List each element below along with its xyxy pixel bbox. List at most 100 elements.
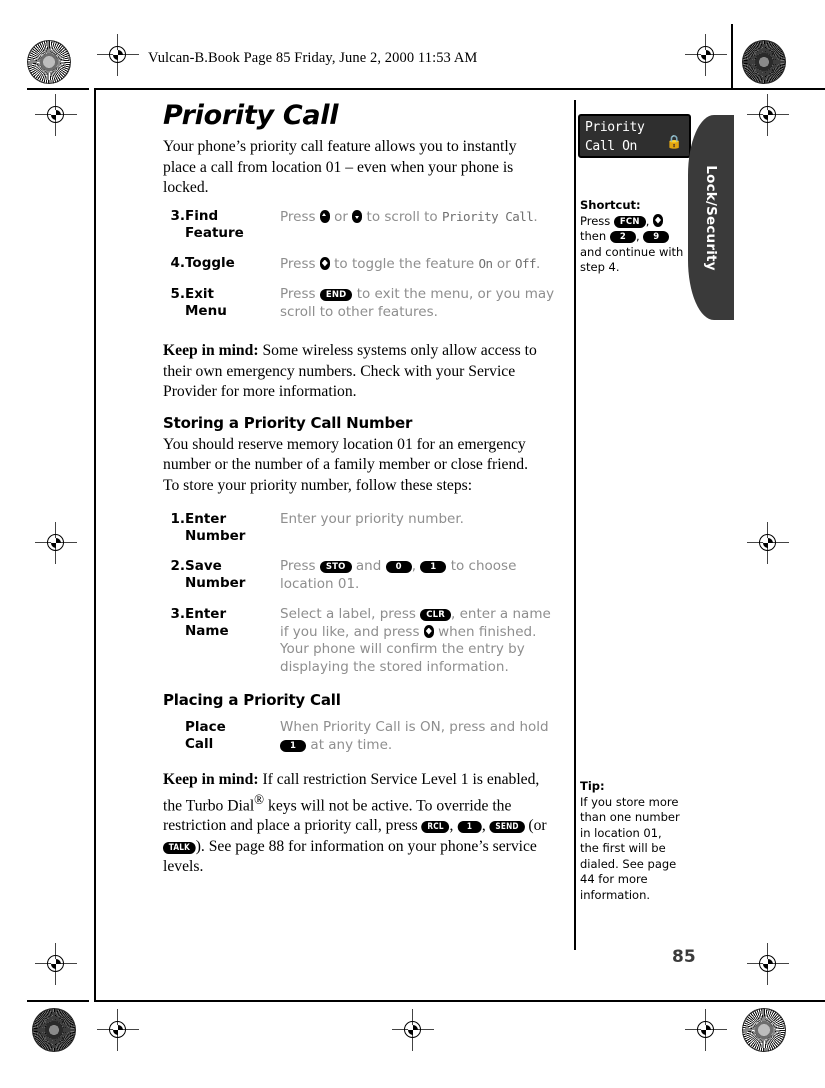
page-right-rule [731,24,733,88]
registration-burst-top-right [742,40,786,84]
send-key-icon[interactable]: SEND [489,821,525,834]
table-row: 3. Enter Name Select a label, press CLR, … [163,606,563,689]
header-rule [95,88,825,90]
step-number: 5. [170,286,185,302]
page-left-rule [94,88,96,1002]
table-row: 5. Exit Menu Press END to exit the menu, … [163,286,563,334]
tip-title: Tip: [580,779,605,793]
step-number: 3. [170,606,185,622]
registration-mark-bottom-center [392,1009,434,1051]
step-text-mid: and [351,558,386,574]
step-label: Find Feature [185,207,244,241]
step-description: Enter your priority number. [280,511,464,527]
step-text-pre: When Priority Call is ON, press and hold [280,719,549,735]
sep-2: , [481,815,490,835]
sto-key-icon[interactable]: STO [319,561,352,573]
step-label-line1: Enter [185,606,227,622]
step-label-line2: Name [185,623,229,639]
registration-mark-lower-left [35,943,77,985]
placing-steps-table: Place Call When Priority Call is ON, pres… [163,719,563,767]
registration-burst-bottom-left [32,1008,76,1052]
step-text-mid2: , [411,558,421,574]
sep-3: (or [524,815,547,835]
step-description: Select a label, press CLR, enter a name … [280,606,563,689]
display-text-on: On [478,255,493,271]
step-label: Enter Number [185,511,280,558]
crop-line-top-left [27,88,89,90]
shortcut-mid: then [580,229,610,243]
step-text-tail: . [536,255,541,272]
two-key-icon[interactable]: 2 [609,231,636,243]
rcl-key-icon[interactable]: RCL [421,821,450,834]
one-key-icon[interactable]: 1 [457,821,482,834]
section-tab-lock-security[interactable]: Lock/Security [688,115,734,320]
step-number-placeholder [163,719,185,767]
talk-key-icon[interactable]: TALK [163,841,196,854]
registration-burst-bottom-right [742,1008,786,1052]
step-label-line2: Menu [185,303,227,319]
scroll-up-key-icon[interactable] [319,209,330,223]
step-text-post: to toggle the feature [329,255,479,272]
shortcut-sep1: , [645,213,653,228]
step-description: When Priority Call is ON, press and hold… [280,719,563,767]
zero-key-icon[interactable]: 0 [385,561,412,573]
keep-in-mind-2-lead: Keep in mind: [163,769,259,788]
step-label-line1: Exit [185,286,215,302]
registered-mark: ® [254,791,265,807]
storing-paragraph: You should reserve memory location 01 fo… [163,433,529,494]
step-description: Press to toggle the feature On or Off. [280,255,563,287]
registration-mark-bottom-right [685,1009,727,1051]
end-key-icon[interactable]: END [319,289,353,301]
registration-mark-mid-right [747,522,789,564]
step-number: 4. [170,254,185,271]
registration-mark-upper-right [747,94,789,136]
step-text-pre: Press [280,558,320,574]
storing-heading: Storing a Priority Call Number [163,413,413,432]
step-label-line1: Save [185,558,222,574]
step-number: 3. [170,207,185,224]
phone-display-callout: Priority Call On 🔒 [578,114,691,158]
placing-heading: Placing a Priority Call [163,691,341,709]
scroll-both-key-icon[interactable] [319,256,330,270]
one-key-icon[interactable]: 1 [280,739,307,752]
step-number: 2. [170,558,185,574]
step-text-pre: Press [280,286,320,302]
registration-mark-upper-left [35,94,77,136]
scroll-both-key-icon[interactable] [653,213,663,227]
file-header: Vulcan-B.Book Page 85 Friday, June 2, 20… [148,50,478,66]
keep-in-mind-2-text3: ). See page 88 for information on your p… [163,835,537,876]
nine-key-icon[interactable]: 9 [643,231,670,243]
table-row: Place Call When Priority Call is ON, pres… [163,719,563,767]
step-label: Place Call [185,719,280,767]
registration-mark-top-left [97,34,139,76]
shortcut-title: Shortcut: [580,198,641,212]
tip-note: Tip: If you store more than one number i… [580,779,684,903]
column-divider [574,100,576,950]
lock-icon: 🔒 [666,135,682,150]
step-description: Press STO and 0, 1 to choose location 01… [280,558,563,606]
step-text-mid: or [329,208,353,225]
page-number: 85 [672,947,696,967]
one-key-icon[interactable]: 1 [420,561,447,573]
sep-1: , [449,815,458,835]
step-label: Save Number [185,558,280,606]
fcn-key-icon[interactable]: FCN [613,215,646,228]
intro-paragraph: Your phone’s priority call feature allow… [163,136,517,196]
step-text-tail: . [533,208,538,225]
table-row: 3. Find Feature Press or to scroll to Pr… [163,208,563,255]
step-text-post: to scroll to [362,208,442,225]
registration-mark-bottom-left [97,1009,139,1051]
table-row: 1. Enter Number Enter your priority numbe… [163,511,563,558]
shortcut-post: and continue with step 4. [580,244,684,275]
scroll-both-key-icon[interactable] [423,624,434,638]
step-text-pre: Press [280,255,320,272]
clr-key-icon[interactable]: CLR [420,609,452,621]
step-label: Exit Menu [185,286,280,334]
shortcut-pre: Press [580,213,614,228]
footer-rule [95,1000,825,1002]
crop-line-bottom-left [27,1000,89,1002]
step-text-pre: Select a label, press [280,606,421,622]
scroll-down-key-icon[interactable] [352,209,363,223]
step-description: Press or to scroll to Priority Call. [280,208,563,255]
step-description: Press END to exit the menu, or you may s… [280,286,563,334]
